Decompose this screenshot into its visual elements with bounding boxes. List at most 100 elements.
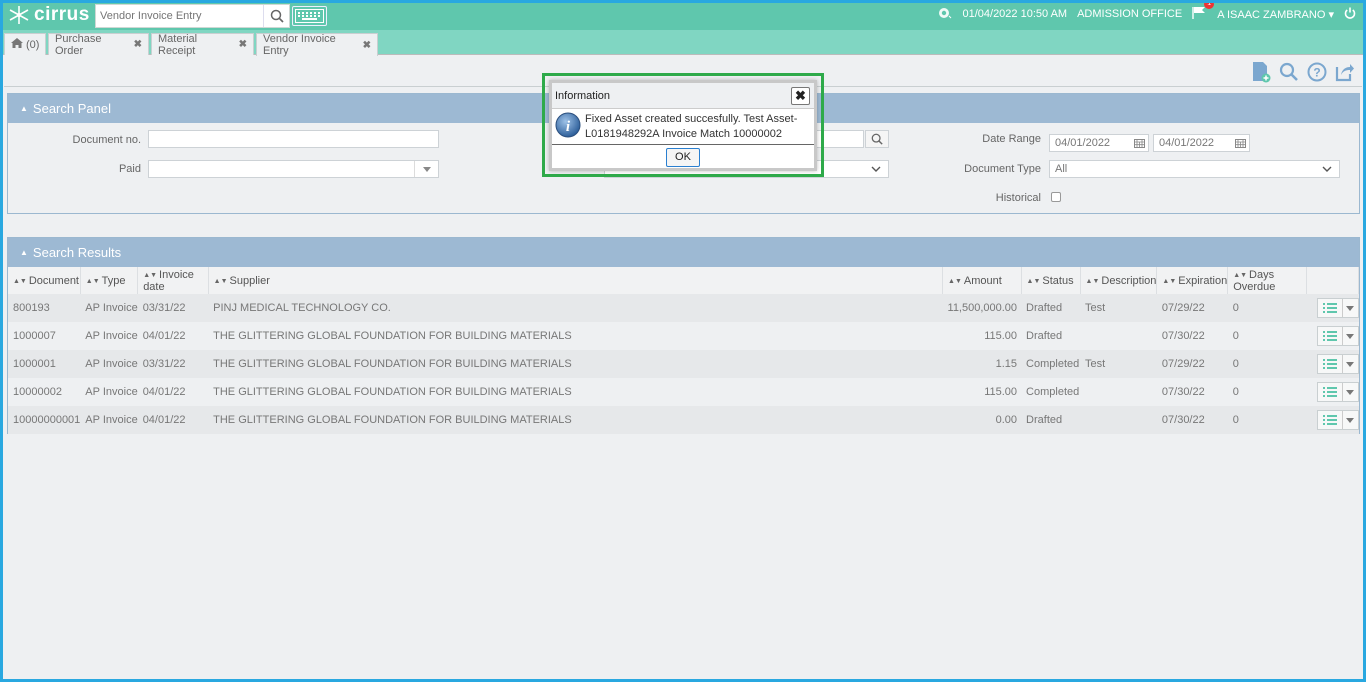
page-toolbar: ? — [1246, 60, 1358, 84]
caret-down-icon[interactable] — [1341, 411, 1358, 429]
sort-icon: ▲▼ — [143, 271, 158, 279]
row-actions — [1306, 378, 1359, 406]
document-no-field[interactable] — [148, 130, 439, 148]
logo-text: cirrus — [34, 4, 90, 25]
row-action-button[interactable] — [1316, 354, 1359, 374]
column-header[interactable]: ▲▼ Expiration — [1156, 267, 1229, 294]
table-row[interactable]: 10000000001 AP Invoice 04/01/22 THE GLITTER… — [8, 406, 1359, 434]
column-label: Description — [1101, 274, 1157, 287]
historical-checkbox[interactable] — [1051, 192, 1061, 202]
top-bar: cirrus 01/04/2022 10:50 AM ADMISSION OFF… — [0, 0, 1366, 30]
tab-label: Material Receipt — [158, 32, 198, 57]
row-action-button[interactable] — [1316, 326, 1359, 346]
cell-overdue: 0 — [1227, 322, 1307, 350]
column-header-actions — [1306, 267, 1359, 294]
search-results-title: Search Results — [32, 245, 122, 260]
row-action-button[interactable] — [1316, 410, 1359, 430]
date-range-label: Date Range — [982, 133, 1041, 145]
cell-description — [1080, 322, 1157, 350]
close-icon[interactable]: ✖ — [134, 39, 142, 50]
search-icon[interactable] — [263, 5, 289, 27]
search-results-header[interactable]: ▲ Search Results — [8, 238, 1359, 267]
sort-icon: ▲▼ — [213, 277, 228, 285]
list-icon[interactable] — [1318, 299, 1342, 317]
search-icon[interactable] — [1276, 60, 1302, 84]
list-icon[interactable] — [1318, 383, 1342, 401]
date-from-value: 04/01/2022 — [1055, 137, 1111, 149]
column-header[interactable]: ▲▼ Days Overdue — [1227, 267, 1307, 294]
cell-amount: 11,500,000.00 — [942, 294, 1022, 322]
keyboard-icon[interactable] — [292, 6, 327, 26]
global-search-input[interactable] — [96, 5, 261, 27]
column-header[interactable]: ▲▼ Supplier — [208, 267, 944, 294]
header-office[interactable]: ADMISSION OFFICE — [1077, 8, 1182, 20]
table-row[interactable]: 10000002 AP Invoice 04/01/22 THE GLITTERING… — [8, 378, 1359, 406]
caret-down-icon[interactable] — [1341, 383, 1358, 401]
cell-date: 04/01/22 — [137, 322, 209, 350]
date-to-field[interactable]: 04/01/2022 — [1153, 134, 1250, 152]
snowflake-icon — [9, 6, 29, 24]
cell-description — [1080, 378, 1157, 406]
column-label: Supplier — [229, 274, 270, 287]
search-icon[interactable] — [865, 130, 889, 148]
results-table: ▲▼ Document ▲▼ Type ▲▼ Invoice date ▲▼ Suppl… — [8, 267, 1359, 434]
column-header[interactable]: ▲▼ Document — [8, 267, 81, 294]
chevron-down-icon: ▾ — [1328, 8, 1334, 21]
export-icon[interactable] — [1332, 60, 1358, 84]
column-header[interactable]: ▲▼ Description — [1080, 267, 1158, 294]
row-action-button[interactable] — [1316, 298, 1359, 318]
cell-status: Drafted — [1021, 294, 1081, 322]
paid-select[interactable] — [148, 160, 439, 178]
help-icon[interactable]: ? — [1304, 60, 1330, 84]
caret-down-icon[interactable] — [1341, 327, 1358, 345]
close-icon[interactable]: ✖ — [791, 87, 810, 105]
close-icon[interactable]: ✖ — [239, 39, 247, 50]
ok-button[interactable]: OK — [666, 147, 700, 167]
cell-overdue: 0 — [1227, 294, 1307, 322]
tab-material-receipt[interactable]: Material Receipt ✖ — [151, 32, 254, 57]
cell-status: Completed — [1021, 378, 1081, 406]
document-type-select[interactable]: All — [1049, 160, 1340, 178]
cell-expiration: 07/29/22 — [1156, 350, 1228, 378]
column-header[interactable]: ▲▼ Status — [1021, 267, 1081, 294]
user-menu[interactable]: A ISAAC ZAMBRANO ▾ — [1217, 8, 1334, 21]
column-header[interactable]: ▲▼ Invoice date — [137, 267, 209, 294]
flag-icon[interactable]: 1 — [1192, 0, 1215, 22]
table-row[interactable]: 1000001 AP Invoice 03/31/22 THE GLITTERING … — [8, 350, 1359, 378]
calendar-icon[interactable] — [1130, 135, 1148, 151]
tab-home[interactable]: (0) — [4, 33, 46, 55]
cell-type: AP Invoice — [80, 406, 138, 434]
power-icon[interactable] — [1344, 7, 1356, 22]
tab-purchase-order[interactable]: Purchase Order ✖ — [48, 32, 149, 57]
home-icon — [11, 38, 23, 51]
close-icon[interactable]: ✖ — [363, 40, 371, 51]
historical-label: Historical — [995, 192, 1041, 204]
cell-description — [1080, 406, 1157, 434]
dialog-header[interactable]: Information ✖ — [552, 83, 814, 109]
table-row[interactable]: 800193 AP Invoice 03/31/22 PINJ MEDICAL TEC… — [8, 294, 1359, 322]
list-icon[interactable] — [1318, 355, 1342, 373]
tab-home-label: (0) — [26, 38, 40, 51]
svg-text:?: ? — [1313, 66, 1320, 80]
calendar-icon[interactable] — [1231, 135, 1249, 151]
list-icon[interactable] — [1318, 327, 1342, 345]
row-action-button[interactable] — [1316, 382, 1359, 402]
date-from-field[interactable]: 04/01/2022 — [1049, 134, 1149, 152]
app-logo[interactable]: cirrus — [8, 4, 90, 26]
list-icon[interactable] — [1318, 411, 1342, 429]
caret-down-icon[interactable] — [1341, 299, 1358, 317]
header-right: 01/04/2022 10:50 AM ADMISSION OFFICE 1 A… — [928, 0, 1356, 28]
column-header[interactable]: ▲▼ Type — [80, 267, 139, 294]
globe-icon[interactable] — [938, 6, 952, 23]
caret-down-icon[interactable] — [1341, 355, 1358, 373]
cell-expiration: 07/30/22 — [1156, 322, 1228, 350]
tab-vendor-invoice-entry[interactable]: Vendor Invoice Entry ✖ — [256, 33, 378, 57]
user-name: A ISAAC ZAMBRANO — [1217, 8, 1326, 21]
tab-label: Purchase Order — [55, 32, 102, 57]
column-header[interactable]: ▲▼ Amount — [942, 267, 1022, 294]
cell-status: Drafted — [1021, 322, 1081, 350]
cell-date: 04/01/22 — [137, 378, 209, 406]
new-document-icon[interactable] — [1248, 60, 1274, 84]
table-row[interactable]: 1000007 AP Invoice 04/01/22 THE GLITTERING … — [8, 322, 1359, 350]
column-label: Status — [1042, 274, 1074, 287]
